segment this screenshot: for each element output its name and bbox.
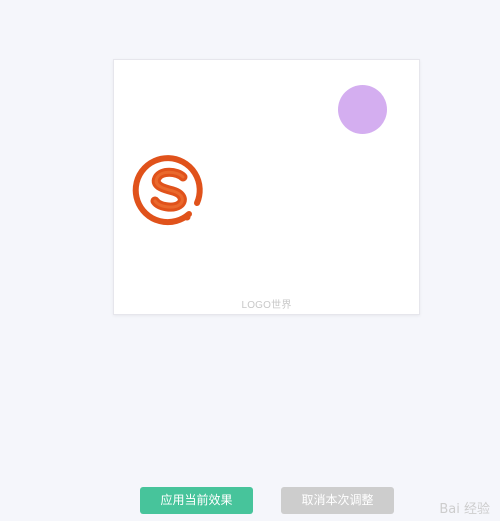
preview-caption: LOGO世界 [241,300,292,311]
logo-preview-card: LOGO世界 [113,59,420,315]
apply-current-effect-button[interactable]: 应用当前效果 [140,487,253,514]
purple-circle-shape [338,85,387,134]
sogou-s-logo-icon [132,155,203,226]
baidu-jingyan-watermark: Bai 经验 [439,502,490,517]
cancel-adjustment-button[interactable]: 取消本次调整 [281,487,394,514]
